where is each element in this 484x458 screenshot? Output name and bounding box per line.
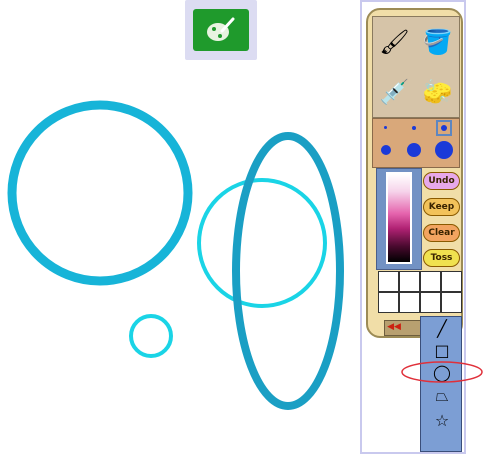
brush-size-xxlarge[interactable] <box>435 141 453 159</box>
color-swatch[interactable] <box>420 271 441 292</box>
star-tool-icon[interactable]: ☆ <box>430 410 454 430</box>
clear-button[interactable]: Clear <box>423 224 460 242</box>
color-swatch[interactable] <box>378 292 399 313</box>
brush-icon[interactable]: 🖌 <box>373 17 416 67</box>
previous-arrow-icon[interactable]: ◀◀ <box>386 322 402 332</box>
brush-size-tiny[interactable] <box>384 126 387 129</box>
color-swatch[interactable] <box>399 292 420 313</box>
color-swatch[interactable] <box>441 271 462 292</box>
brush-size-large[interactable] <box>381 145 391 155</box>
color-gradient-slider[interactable] <box>386 172 412 264</box>
color-swatch[interactable] <box>420 292 441 313</box>
keep-button[interactable]: Keep <box>423 198 460 216</box>
eyedropper-icon[interactable]: 💉 <box>373 67 416 117</box>
color-swatch[interactable] <box>399 271 420 292</box>
paint-bucket-icon[interactable]: 🪣 <box>416 17 459 67</box>
small-circle-stroke <box>129 314 173 358</box>
color-swatch[interactable] <box>378 271 399 292</box>
ellipse-tool-highlight <box>401 361 483 383</box>
brush-size-xlarge[interactable] <box>407 143 421 157</box>
drawing-canvas[interactable] <box>0 60 360 458</box>
large-circle-stroke <box>7 100 193 286</box>
palette-brush-glyph-icon <box>207 17 235 41</box>
color-swatch-grid <box>378 271 462 313</box>
medium-circle-stroke <box>197 178 327 308</box>
color-swatch[interactable] <box>441 292 462 313</box>
tall-ellipse-stroke <box>232 132 344 410</box>
brush-size-small[interactable] <box>412 126 416 130</box>
brush-size-selected-frame <box>436 120 452 136</box>
undo-button[interactable]: Undo <box>423 172 460 190</box>
polygon-tool-icon[interactable]: ⏢ <box>430 386 454 406</box>
paint-brush-palette-icon[interactable] <box>193 9 249 51</box>
paint-tool-panel: 🖌 🪣 💉 🧽 <box>372 16 460 118</box>
line-tool-icon[interactable]: ╱ <box>430 318 454 338</box>
rectangle-tool-icon[interactable]: □ <box>430 340 454 360</box>
toss-button[interactable]: Toss <box>423 249 460 267</box>
eraser-icon[interactable]: 🧽 <box>416 67 459 117</box>
